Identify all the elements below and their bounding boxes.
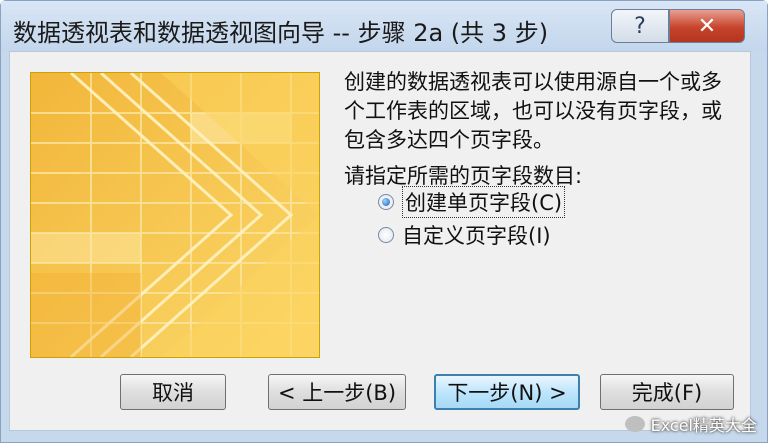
wechat-icon — [624, 416, 645, 432]
radio-checked-icon[interactable] — [378, 194, 394, 210]
dialog-body: 创建的数据透视表可以使用源自一个或多个工作表的区域，也可以没有页字段，或包含多达… — [9, 51, 751, 431]
wizard-description: 创建的数据透视表可以使用源自一个或多个工作表的区域，也可以没有页字段，或包含多达… — [344, 70, 722, 152]
option-single-page-field[interactable]: 创建单页字段(C) — [378, 186, 566, 218]
wizard-window: 数据透视表和数据透视图向导 -- 步骤 2a (共 3 步) ? ✕ 创建的数据… — [0, 0, 768, 443]
back-button[interactable]: < 上一步(B) — [268, 374, 406, 410]
close-icon: ✕ — [697, 13, 717, 39]
help-button[interactable]: ? — [611, 9, 669, 43]
wizard-graphic-icon — [31, 73, 319, 357]
title-bar: 数据透视表和数据透视图向导 -- 步骤 2a (共 3 步) ? ✕ — [1, 1, 767, 51]
next-button[interactable]: 下一步(N) > — [434, 374, 580, 410]
option-custom-page-field[interactable]: 自定义页字段(I) — [378, 220, 551, 250]
watermark-text: Excel精英大全 — [650, 416, 757, 435]
finish-button[interactable]: 完成(F) — [600, 374, 734, 410]
help-icon: ? — [634, 13, 646, 39]
close-button[interactable]: ✕ — [669, 9, 745, 43]
option-label: 自定义页字段(I) — [402, 224, 551, 248]
window-title: 数据透视表和数据透视图向导 -- 步骤 2a (共 3 步) — [13, 19, 549, 47]
radio-unchecked-icon[interactable] — [378, 227, 394, 243]
option-label: 创建单页字段(C) — [402, 186, 566, 218]
cancel-button[interactable]: 取消 — [120, 374, 226, 410]
wizard-illustration — [30, 72, 320, 358]
watermark: Excel精英大全 — [624, 412, 757, 436]
